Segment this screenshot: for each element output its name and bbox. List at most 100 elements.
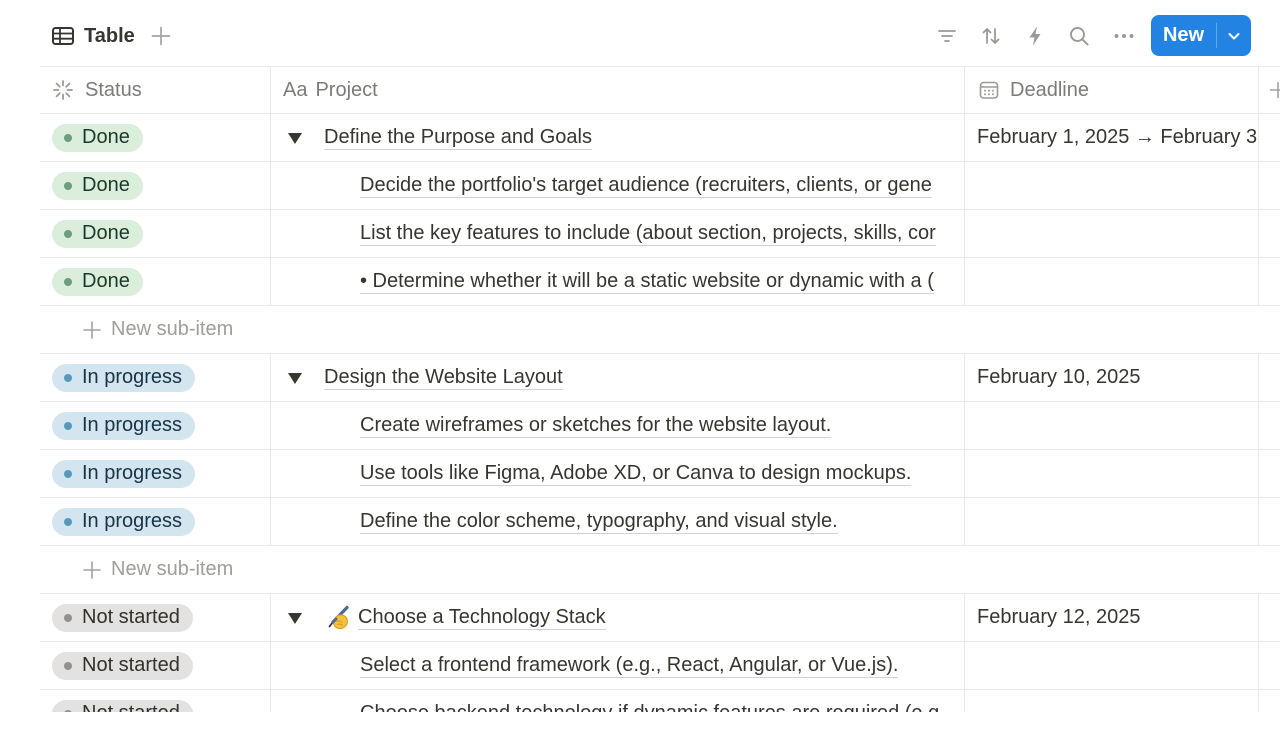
- plus-icon: [83, 320, 101, 339]
- filter-icon[interactable]: [935, 24, 959, 48]
- project-cell[interactable]: List the key features to include (about …: [271, 210, 965, 257]
- plus-icon[interactable]: [1269, 81, 1280, 99]
- project-title[interactable]: Choose backend technology if dynamic fea…: [360, 701, 939, 712]
- calendar-icon: [979, 80, 999, 100]
- status-cell[interactable]: Done: [40, 162, 271, 209]
- column-header-label: Status: [85, 78, 142, 101]
- status-badge[interactable]: Not started: [52, 651, 193, 680]
- project-title[interactable]: Choose a Technology Stack: [358, 605, 606, 630]
- project-cell[interactable]: Define the Purpose and Goals: [271, 114, 965, 161]
- status-badge[interactable]: Done: [52, 267, 143, 296]
- status-label: Done: [82, 270, 130, 292]
- deadline-cell[interactable]: [965, 690, 1259, 712]
- project-title[interactable]: List the key features to include (about …: [360, 221, 936, 246]
- table-row[interactable]: Done Decide the portfolio's target audie…: [40, 162, 1280, 210]
- toggle-triangle-icon[interactable]: [283, 126, 307, 150]
- table-row[interactable]: Done List the key features to include (a…: [40, 210, 1280, 258]
- deadline-cell[interactable]: [965, 498, 1259, 545]
- status-badge[interactable]: Done: [52, 219, 143, 248]
- deadline-cell[interactable]: [965, 162, 1259, 209]
- toggle-triangle-icon[interactable]: [283, 366, 307, 390]
- new-sub-item-row[interactable]: New sub-item: [40, 306, 1280, 354]
- project-title[interactable]: Design the Website Layout: [324, 365, 563, 390]
- project-cell[interactable]: Choose backend technology if dynamic fea…: [271, 690, 965, 712]
- new-sub-item-row[interactable]: New sub-item: [40, 546, 1280, 594]
- status-cell[interactable]: Not started: [40, 690, 271, 712]
- lightning-icon[interactable]: [1023, 24, 1047, 48]
- project-title[interactable]: Define the color scheme, typography, and…: [360, 509, 838, 534]
- column-header-project[interactable]: Aa Project: [271, 67, 965, 113]
- deadline-cell[interactable]: [965, 642, 1259, 689]
- project-cell[interactable]: Define the color scheme, typography, and…: [271, 498, 965, 545]
- table-row[interactable]: Not started Select a frontend framework …: [40, 642, 1280, 690]
- status-badge[interactable]: In progress: [52, 363, 196, 392]
- status-cell[interactable]: In progress: [40, 402, 271, 449]
- table-row[interactable]: In progress Create wireframes or sketche…: [40, 402, 1280, 450]
- status-label: Not started: [82, 702, 180, 712]
- column-header-status[interactable]: Status: [40, 67, 271, 113]
- table-row[interactable]: Not started Choose backend technology if…: [40, 690, 1280, 712]
- search-icon[interactable]: [1067, 24, 1091, 48]
- status-cell[interactable]: In progress: [40, 498, 271, 545]
- new-button[interactable]: New: [1151, 15, 1251, 56]
- project-title[interactable]: Create wireframes or sketches for the we…: [360, 413, 832, 438]
- status-cell[interactable]: Not started: [40, 594, 271, 641]
- status-badge[interactable]: In progress: [52, 507, 196, 536]
- status-label: In progress: [82, 510, 183, 532]
- project-title[interactable]: Define the Purpose and Goals: [324, 125, 592, 150]
- table-row[interactable]: In progress Define the color scheme, typ…: [40, 498, 1280, 546]
- status-cell[interactable]: In progress: [40, 354, 271, 401]
- add-column-cell[interactable]: [1259, 67, 1280, 113]
- writing-hand-icon[interactable]: [324, 605, 350, 631]
- project-cell[interactable]: Decide the portfolio's target audience (…: [271, 162, 965, 209]
- project-cell[interactable]: Use tools like Figma, Adobe XD, or Canva…: [271, 450, 965, 497]
- project-title[interactable]: Decide the portfolio's target audience (…: [360, 173, 932, 198]
- more-horizontal-icon[interactable]: [1112, 24, 1136, 48]
- status-badge[interactable]: Not started: [52, 603, 193, 632]
- sort-icon[interactable]: [979, 24, 1003, 48]
- table-row[interactable]: Done • Determine whether it will be a st…: [40, 258, 1280, 306]
- project-cell[interactable]: • Determine whether it will be a static …: [271, 258, 965, 305]
- project-cell[interactable]: Choose a Technology Stack: [271, 594, 965, 641]
- deadline-cell[interactable]: February 1, 2025 → February 3, 2: [965, 114, 1259, 161]
- empty-cell: [1259, 258, 1280, 305]
- plus-icon[interactable]: [151, 26, 171, 46]
- status-label: Not started: [82, 654, 180, 676]
- status-cell[interactable]: Done: [40, 258, 271, 305]
- status-badge[interactable]: In progress: [52, 411, 196, 440]
- project-cell[interactable]: Design the Website Layout: [271, 354, 965, 401]
- status-cell[interactable]: Done: [40, 114, 271, 161]
- status-cell[interactable]: Not started: [40, 642, 271, 689]
- view-tab-table[interactable]: Table: [52, 23, 135, 49]
- chevron-down-icon[interactable]: [1217, 15, 1251, 56]
- table-row[interactable]: In progress Design the Website Layout Fe…: [40, 354, 1280, 402]
- status-cell[interactable]: In progress: [40, 450, 271, 497]
- project-title[interactable]: Use tools like Figma, Adobe XD, or Canva…: [360, 461, 912, 486]
- deadline-cell[interactable]: February 10, 2025: [965, 354, 1259, 401]
- project-cell[interactable]: Select a frontend framework (e.g., React…: [271, 642, 965, 689]
- status-dot: [64, 613, 72, 622]
- status-cell[interactable]: Done: [40, 210, 271, 257]
- status-badge[interactable]: Not started: [52, 699, 193, 712]
- table-row[interactable]: Not started Choose a Technology Stack Fe…: [40, 594, 1280, 642]
- database-table: Status Aa Project Deadline Done Define t…: [40, 66, 1280, 712]
- column-header-deadline[interactable]: Deadline: [965, 67, 1259, 113]
- status-badge[interactable]: In progress: [52, 459, 196, 488]
- table-row[interactable]: Done Define the Purpose and Goals Februa…: [40, 114, 1280, 162]
- new-button-label[interactable]: New: [1151, 15, 1216, 56]
- column-header-label: Project: [315, 78, 378, 101]
- status-badge[interactable]: Done: [52, 171, 143, 200]
- deadline-cell[interactable]: [965, 210, 1259, 257]
- project-cell[interactable]: Create wireframes or sketches for the we…: [271, 402, 965, 449]
- toggle-triangle-icon[interactable]: [283, 606, 307, 630]
- deadline-cell[interactable]: February 12, 2025: [965, 594, 1259, 641]
- status-dot: [64, 277, 72, 286]
- deadline-cell[interactable]: [965, 258, 1259, 305]
- status-badge[interactable]: Done: [52, 123, 143, 152]
- project-title[interactable]: • Determine whether it will be a static …: [360, 269, 934, 294]
- deadline-cell[interactable]: [965, 402, 1259, 449]
- project-title[interactable]: Select a frontend framework (e.g., React…: [360, 653, 899, 678]
- database-toolbar: Table New: [0, 0, 1280, 66]
- deadline-cell[interactable]: [965, 450, 1259, 497]
- table-row[interactable]: In progress Use tools like Figma, Adobe …: [40, 450, 1280, 498]
